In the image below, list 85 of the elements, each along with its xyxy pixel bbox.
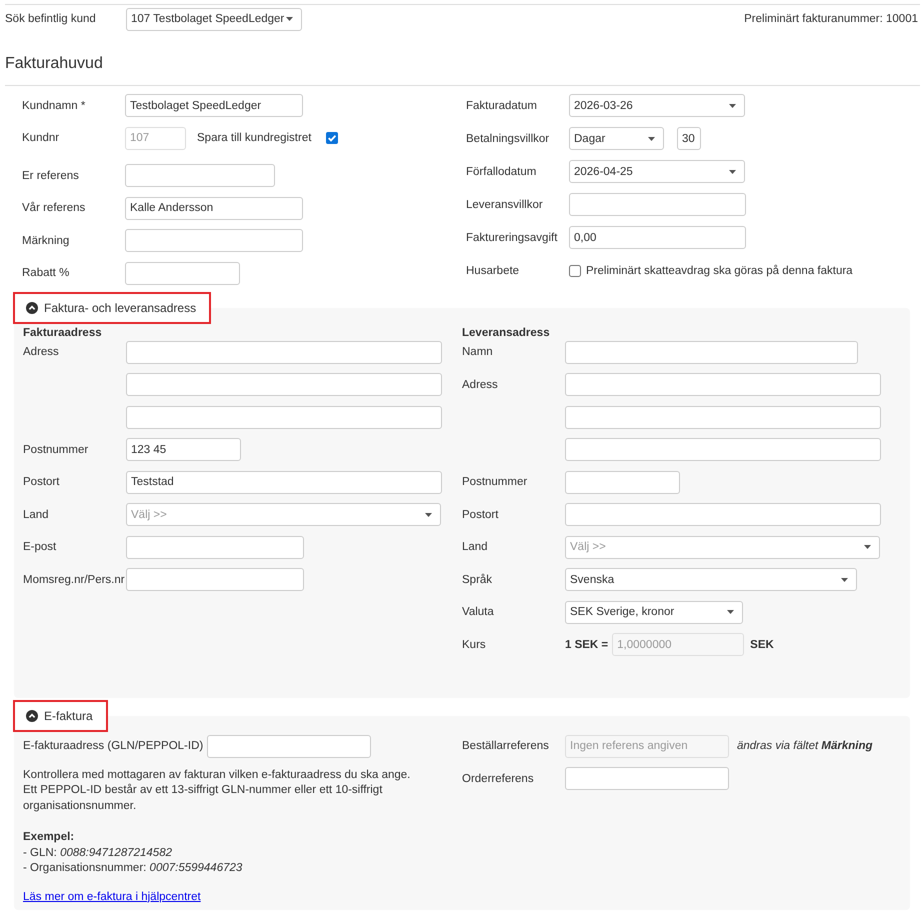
caret-icon [286, 17, 293, 21]
input-field[interactable] [126, 536, 304, 558]
input-field[interactable] [125, 229, 303, 252]
field-label: Land [462, 540, 488, 554]
example-line: - GLN: 0088:9471287214582 [23, 846, 172, 860]
input-field[interactable] [565, 373, 881, 396]
input-field[interactable] [565, 767, 729, 790]
field-label: Postort [462, 508, 498, 522]
field-label: Leveransvillkor [466, 198, 543, 212]
field-hint: ändras via fältet Märkning [737, 739, 873, 753]
input-field[interactable] [565, 503, 881, 526]
checkbox-label: Spara till kundregistret [197, 131, 312, 145]
field-label: Märkning [22, 234, 70, 248]
caret-icon [841, 578, 848, 582]
caret-icon [727, 610, 734, 614]
field-label: Er referens [22, 168, 79, 182]
input-field[interactable] [565, 438, 881, 461]
input-field[interactable] [125, 262, 240, 284]
dropdown[interactable]: Dagar [569, 127, 664, 150]
caret-icon [864, 545, 871, 549]
help-link[interactable]: Läs mer om e-faktura i hjälpcentret [23, 890, 201, 905]
field-label: Orderreferens [462, 772, 534, 786]
input-field[interactable]: 0,00 [569, 226, 746, 249]
field-label: Sök befintlig kund [5, 12, 96, 26]
input-field[interactable] [569, 193, 746, 216]
input-field[interactable] [126, 568, 304, 591]
column-heading: Leveransadress [462, 326, 550, 340]
field-label: Postnummer [23, 442, 88, 456]
input-field[interactable]: Kalle Andersson [125, 196, 303, 220]
input-field[interactable] [565, 406, 881, 428]
field-label: Postnummer [462, 475, 528, 489]
input-field[interactable]: Testbolaget SpeedLedger [125, 94, 303, 117]
help-text: Ett PEPPOL-ID består av ett 13-siffrigt GLN-nummer eller ett 10-siffrigt organisationsnummer. [23, 783, 384, 814]
field-label: Förfallodatum [466, 164, 536, 178]
input-field[interactable]: 123 45 [126, 438, 241, 461]
field-label: Land [23, 508, 49, 522]
dropdown[interactable]: Svenska [565, 568, 857, 591]
input-field[interactable]: Teststad [126, 470, 442, 494]
input-field[interactable]: 30 [677, 127, 701, 150]
field-label: Fakturadatum [466, 98, 537, 112]
field-label: Rabatt % [22, 266, 70, 280]
section-heading: Fakturahuvud [5, 55, 103, 72]
invoice-number: Preliminärt fakturanummer: 10001 [744, 12, 918, 26]
field-label: Valuta [462, 605, 494, 619]
caret-icon [729, 104, 736, 108]
column-heading: Fakturaadress [23, 326, 102, 340]
checkbox-label: Preliminärt skatteavdrag ska göras på denna faktura [586, 264, 853, 278]
section-toggle[interactable]: E-faktura [13, 700, 108, 732]
field-label: Adress [462, 378, 498, 392]
field-label: Kurs [462, 638, 486, 652]
input-field[interactable] [565, 340, 858, 364]
input-field[interactable] [126, 373, 442, 396]
field-label: Postort [23, 475, 60, 489]
dropdown[interactable]: SEK Sverige, kronor [565, 600, 743, 624]
field-label: E-fakturaadress (GLN/PEPPOL-ID) [23, 739, 204, 753]
example-line: - Organisationsnummer: 0007:5599446723 [23, 861, 242, 876]
field-label: Husarbete [466, 264, 520, 278]
input-field[interactable] [126, 406, 442, 428]
caret-icon [729, 170, 736, 174]
field-label: Momsreg.nr/Pers.nr [23, 572, 125, 586]
field-label: Vår referens [22, 201, 86, 215]
currency-code: SEK [750, 638, 774, 652]
dropdown[interactable]: 2026-03-26 [569, 94, 745, 117]
input-field[interactable] [565, 470, 680, 494]
caret-icon [648, 136, 655, 140]
field-label: Namn [462, 345, 493, 359]
field-label: Kundnamn * [22, 98, 86, 112]
field-label: Adress [23, 345, 59, 359]
input-field[interactable] [125, 164, 275, 187]
help-text: Kontrollera med mottagaren av fakturan vilken e-fakturaadress du ska ange. [23, 768, 410, 782]
field-label: E-post [23, 540, 56, 554]
examples-heading: Exempel: [23, 830, 74, 845]
input-field[interactable] [126, 340, 442, 364]
field-label: Kundnr [22, 131, 60, 145]
field-label: Beställarreferens [462, 739, 549, 753]
checkbox[interactable] [569, 264, 581, 276]
rate-text: 1 SEK = [565, 638, 608, 652]
field-label: Språk [462, 572, 492, 586]
section-toggle[interactable]: Faktura- och leveransadress [13, 292, 212, 324]
caret-icon [425, 512, 432, 516]
dropdown[interactable]: 2026-04-25 [569, 160, 745, 183]
customer-dropdown[interactable]: 107 Testbolaget SpeedLedger [126, 8, 302, 30]
field-label: Faktureringsavgift [466, 230, 558, 244]
field-label: Betalningsvillkor [466, 132, 550, 146]
input-field[interactable] [207, 734, 371, 758]
